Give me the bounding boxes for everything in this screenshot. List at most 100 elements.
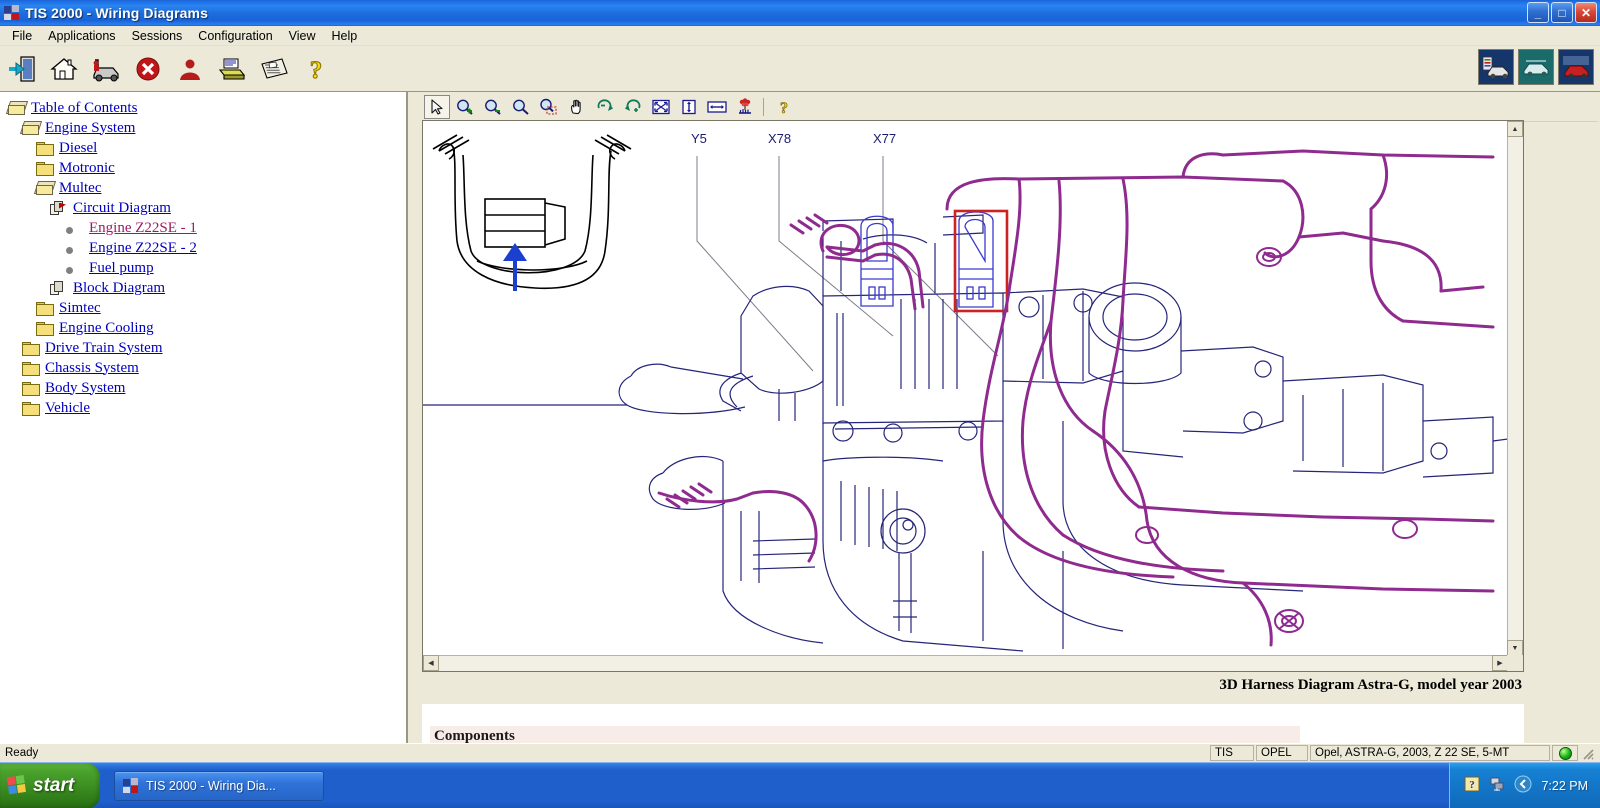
maximize-button[interactable]: □ — [1551, 2, 1573, 23]
tree-item-label: Vehicle — [45, 399, 90, 416]
menu-file[interactable]: File — [4, 27, 40, 45]
stop-icon[interactable] — [128, 49, 168, 89]
start-label: start — [33, 774, 75, 796]
menu-view[interactable]: View — [281, 27, 324, 45]
tree-item-fuel-pump[interactable]: Fuel pump — [0, 258, 406, 278]
pan-hand-icon[interactable] — [564, 95, 590, 119]
folder-icon — [36, 301, 54, 316]
label-y5: Y5 — [691, 131, 707, 146]
label-x78: X78 — [768, 131, 791, 146]
tree-item-label: Motronic — [59, 159, 115, 176]
tree-item-engine-z22se-2[interactable]: Engine Z22SE - 2 — [0, 238, 406, 258]
bullet-icon — [66, 221, 84, 236]
select-arrow-icon[interactable] — [424, 94, 450, 119]
tree-item-circuit-diagram[interactable]: Circuit Diagram — [0, 198, 406, 218]
document-panel: ? Y5 X78 X77 ▲ ▼ ◀ ▶ 3D Harness Diagram … — [410, 92, 1600, 744]
print-icon[interactable] — [212, 49, 252, 89]
components-band — [430, 726, 1300, 744]
diagram-vertical-scrollbar[interactable]: ▲ ▼ — [1507, 121, 1523, 656]
zoom-out-icon[interactable] — [480, 95, 506, 119]
network-tray-icon[interactable] — [1489, 776, 1505, 797]
tree-item-chassis-system[interactable]: Chassis System — [0, 358, 406, 378]
menu-sessions[interactable]: Sessions — [124, 27, 191, 45]
help-icon[interactable]: ? — [296, 49, 336, 89]
tree-item-motronic[interactable]: Motronic — [0, 158, 406, 178]
tree-item-label: Fuel pump — [89, 259, 154, 276]
folder-icon — [22, 361, 40, 376]
diagram-viewport[interactable]: Y5 X78 X77 ▲ ▼ ◀ ▶ — [422, 120, 1524, 672]
svg-text:?: ? — [780, 100, 788, 116]
scroll-right-button[interactable]: ▶ — [1492, 655, 1508, 671]
menu-help[interactable]: Help — [324, 27, 366, 45]
taskbar-item-tis2000[interactable]: TIS 2000 - Wiring Dia... — [114, 770, 324, 801]
fit-height-icon[interactable] — [676, 95, 702, 119]
status-cell-tis: TIS — [1210, 745, 1254, 761]
tree-item-label: Multec — [59, 179, 102, 196]
tree-item-simtec[interactable]: Simtec — [0, 298, 406, 318]
tree-item-label: Simtec — [59, 299, 101, 316]
minimize-button[interactable]: _ — [1527, 2, 1549, 23]
main-toolbar-right-group — [1478, 49, 1594, 85]
tray-clock: 7:22 PM — [1541, 779, 1588, 793]
svg-text:?: ? — [1470, 779, 1476, 791]
vehicle-service-icon[interactable] — [86, 49, 126, 89]
folder-icon — [22, 381, 40, 396]
tree-item-drive-train-system[interactable]: Drive Train System — [0, 338, 406, 358]
exit-icon[interactable] — [2, 49, 42, 89]
vehicle-info-icon[interactable] — [1558, 49, 1594, 85]
harness-diagram: Y5 X78 X77 — [423, 131, 1508, 652]
folder-icon — [36, 161, 54, 176]
scroll-down-button[interactable]: ▼ — [1507, 640, 1523, 656]
tree-item-table-of-contents[interactable]: Table of Contents — [0, 98, 406, 118]
tree-item-block-diagram[interactable]: Block Diagram — [0, 278, 406, 298]
tree-item-label: Drive Train System — [45, 339, 163, 356]
tree-item-label: Chassis System — [45, 359, 139, 376]
tree-item-engine-z22se-1[interactable]: Engine Z22SE - 1 — [0, 218, 406, 238]
tree-item-multec[interactable]: Multec — [0, 178, 406, 198]
connector-details — [860, 211, 994, 308]
tree-item-engine-system[interactable]: Engine System — [0, 118, 406, 138]
wiring-harness — [657, 149, 1495, 647]
home-icon[interactable] — [44, 49, 84, 89]
tree-item-label: Diesel — [59, 139, 98, 156]
show-hidden-icons-button[interactable] — [1514, 775, 1532, 798]
table-of-contents-tree[interactable]: Table of Contents Engine System Diesel M… — [0, 92, 408, 743]
label-x77: X77 — [873, 131, 896, 146]
color-settings-icon[interactable] — [732, 95, 758, 119]
rotate-cw-icon[interactable] — [620, 95, 646, 119]
vehicle-data-icon[interactable] — [1478, 49, 1514, 85]
tree-item-vehicle[interactable]: Vehicle — [0, 398, 406, 418]
close-button[interactable]: ✕ — [1575, 2, 1597, 23]
menu-configuration[interactable]: Configuration — [190, 27, 280, 45]
folder-icon — [22, 341, 40, 356]
diagram-caption: 3D Harness Diagram Astra-G, model year 2… — [1219, 677, 1522, 693]
zoom-icon[interactable] — [508, 95, 534, 119]
folder-open-icon — [8, 101, 26, 116]
scroll-up-button[interactable]: ▲ — [1507, 121, 1523, 137]
resize-grip[interactable] — [1580, 746, 1594, 760]
document-icon[interactable] — [254, 49, 294, 89]
start-button[interactable]: start — [0, 762, 100, 808]
rotate-ccw-icon[interactable] — [592, 95, 618, 119]
tree-item-diesel[interactable]: Diesel — [0, 138, 406, 158]
diagram-horizontal-scrollbar[interactable]: ◀ ▶ — [423, 655, 1508, 671]
tree-item-engine-cooling[interactable]: Engine Cooling — [0, 318, 406, 338]
vehicle-diagnostic-icon[interactable] — [1518, 49, 1554, 85]
viewer-help-icon[interactable]: ? — [771, 95, 797, 119]
components-heading: Components — [434, 728, 515, 744]
customer-icon[interactable] — [170, 49, 210, 89]
fit-all-icon[interactable] — [648, 95, 674, 119]
tree-item-body-system[interactable]: Body System — [0, 378, 406, 398]
tree-item-label: Body System — [45, 379, 126, 396]
fit-width-icon[interactable] — [704, 95, 730, 119]
scroll-left-button[interactable]: ◀ — [423, 655, 439, 671]
zoom-in-icon[interactable] — [452, 95, 478, 119]
zoom-region-icon[interactable] — [536, 95, 562, 119]
help-tray-icon[interactable]: ? — [1464, 776, 1480, 797]
menu-applications[interactable]: Applications — [40, 27, 123, 45]
diagram-canvas[interactable]: Y5 X78 X77 — [423, 121, 1508, 656]
components-section: Components — [422, 704, 1524, 744]
main-toolbar: ? — [0, 46, 1600, 92]
tis-app-icon — [4, 5, 20, 21]
title-bar: TIS 2000 - Wiring Diagrams _ □ ✕ — [0, 0, 1600, 26]
